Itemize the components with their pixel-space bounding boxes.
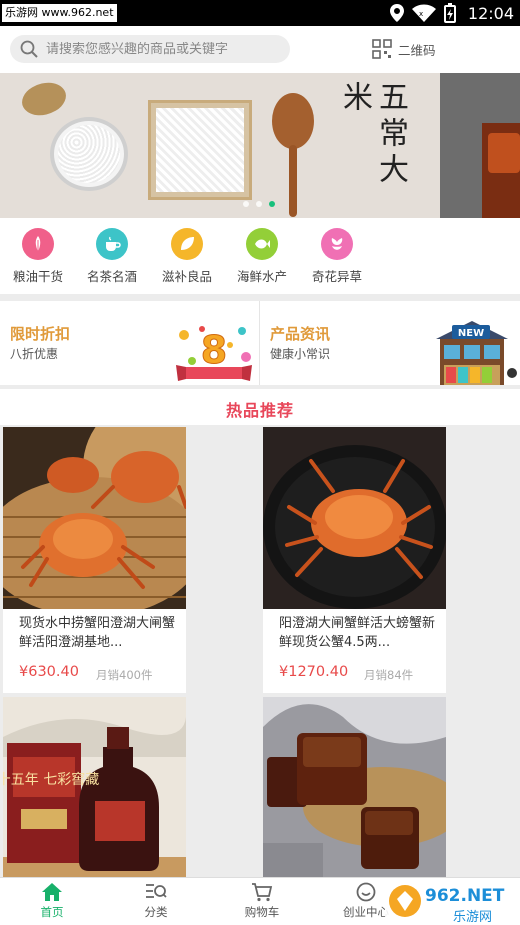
- home-icon: [42, 883, 62, 901]
- product-card[interactable]: [263, 697, 446, 877]
- category-item-grain[interactable]: 粮油干货: [0, 228, 76, 285]
- product-news-title: 产品资讯: [270, 325, 331, 343]
- hot-section-title: 热品推荐: [225, 401, 294, 420]
- product-image: [263, 697, 446, 877]
- product-sales: 月销84件: [364, 668, 414, 682]
- product-image: [263, 427, 446, 609]
- product-image: [3, 427, 186, 609]
- banner-next-slide-food-highlight: [488, 133, 520, 173]
- product-news-subtitle: 健康小常识: [270, 347, 331, 361]
- category-item-seafood[interactable]: 海鲜水产: [224, 228, 300, 285]
- category-label: 粮油干货: [12, 269, 63, 284]
- promo-banner[interactable]: 五常大米: [0, 73, 520, 218]
- flash-sale-subtitle: 八折优惠: [10, 347, 59, 361]
- wooden-spoon-image: [272, 93, 314, 149]
- nav-label: 分类: [144, 905, 168, 919]
- category-search-icon: [146, 884, 167, 898]
- category-label: 海鲜水产: [236, 269, 287, 284]
- rice-pile-image: [156, 108, 244, 192]
- banner-title: 五常大米: [337, 81, 408, 189]
- smile-icon: [356, 882, 376, 902]
- product-price: ¥630.40: [19, 664, 79, 680]
- nav-label: 购物车: [244, 905, 280, 919]
- clock: 12:04: [467, 3, 514, 23]
- product-card[interactable]: 十五年 七彩窖藏: [3, 697, 186, 877]
- category-label: 滋补良品: [161, 269, 212, 284]
- product-card[interactable]: 现货水中捞蟹阳澄湖大闸蟹鲜活阳澄湖基地... ¥630.40 月销400件: [3, 427, 186, 693]
- nav-label: 创业中心: [343, 905, 389, 919]
- category-item-flowers[interactable]: 奇花异草: [299, 228, 375, 285]
- teacup-icon: [96, 228, 128, 260]
- qr-code-icon: [372, 39, 392, 59]
- product-name: 现货水中捞蟹阳澄湖大闸蟹鲜活阳澄湖基地...: [19, 616, 176, 650]
- svg-text:NEW: NEW: [458, 328, 484, 339]
- qr-code-button[interactable]: 二维码: [372, 38, 436, 60]
- nav-tab-category[interactable]: 分类: [116, 882, 196, 920]
- category-item-tonic[interactable]: 滋补良品: [149, 228, 225, 285]
- svg-text:乐游网: 乐游网: [453, 910, 492, 925]
- banner-dot[interactable]: [256, 201, 262, 207]
- fish-icon: [246, 228, 278, 260]
- product-sales: 月销400件: [96, 668, 153, 682]
- nav-tab-home[interactable]: 首页: [12, 882, 92, 920]
- watermark-logo: 962.NET 乐游网: [385, 881, 520, 925]
- leaf-icon: [171, 228, 203, 260]
- top-header: 二维码: [0, 26, 520, 73]
- battery-icon: [443, 3, 456, 23]
- search-input[interactable]: [46, 41, 281, 57]
- nav-label: 首页: [40, 905, 64, 919]
- svg-text:962.NET: 962.NET: [425, 886, 505, 906]
- flower-icon: [321, 228, 353, 260]
- search-icon: [20, 40, 38, 58]
- product-name: 阳澄湖大闸蟹鲜活大螃蟹新鲜现货公蟹4.5两...: [279, 616, 436, 650]
- svg-text:8: 8: [201, 328, 227, 372]
- new-shop-icon: NEW: [436, 321, 517, 385]
- product-card[interactable]: 阳澄湖大闸蟹鲜活大螃蟹新鲜现货公蟹4.5两... ¥1270.40 月销84件: [263, 427, 446, 693]
- svg-text:十五年 七彩窖藏: 十五年 七彩窖藏: [3, 771, 99, 788]
- wooden-spoon-handle: [289, 145, 297, 217]
- watermark-label: 乐游网 www.962.net: [2, 4, 117, 22]
- cart-icon: [252, 883, 273, 902]
- product-image: 十五年 七彩窖藏: [3, 697, 186, 877]
- discount-8-badge-icon: 8: [176, 326, 252, 381]
- grain-icon: [22, 228, 54, 260]
- banner-pagination: [243, 201, 275, 207]
- flash-sale-title: 限时折扣: [10, 325, 71, 343]
- banner-dot[interactable]: [243, 201, 249, 207]
- whisk-decoration: [16, 74, 72, 124]
- status-icons: x 12:04: [389, 2, 514, 24]
- promo-row: 限时折扣 八折优惠 8 产品资讯 健康小常识 NEW: [0, 301, 520, 385]
- hot-section-header: 热品推荐: [0, 389, 520, 425]
- qr-code-label: 二维码: [398, 42, 436, 58]
- svg-text:x: x: [419, 10, 423, 18]
- status-bar: 乐游网 www.962.net x 12:04: [0, 0, 520, 26]
- search-bar[interactable]: [10, 35, 290, 63]
- category-grid: 粮油干货 名茶名酒 滋补良品 海鲜水产 奇花异草: [0, 218, 520, 294]
- product-price: ¥1270.40: [279, 664, 349, 680]
- category-label: 奇花异草: [311, 269, 362, 284]
- location-icon: [389, 4, 404, 22]
- category-label: 名茶名酒: [86, 269, 137, 284]
- category-item-tea-wine[interactable]: 名茶名酒: [74, 228, 150, 285]
- flash-sale-card[interactable]: 限时折扣 八折优惠 8: [0, 301, 259, 385]
- wifi-icon: x: [411, 4, 436, 22]
- nav-tab-cart[interactable]: 购物车: [222, 882, 302, 920]
- rice-image: [58, 125, 120, 183]
- banner-dot-active[interactable]: [269, 201, 275, 207]
